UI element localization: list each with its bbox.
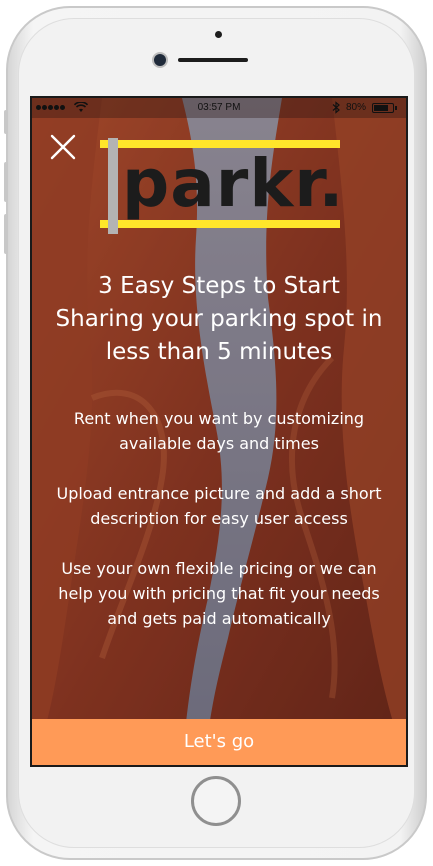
parkr-logo: parkr. (100, 138, 343, 234)
battery-icon (372, 103, 397, 113)
step-text: available days and times (119, 434, 319, 453)
logo-text: parkr. (122, 145, 345, 222)
bluetooth-icon (332, 101, 340, 114)
close-icon[interactable] (46, 130, 80, 164)
headline-line: Sharing your parking spot in (55, 306, 383, 332)
headline-line: 3 Easy Steps to Start (98, 273, 340, 299)
step-text: Rent when you want by customizing (73, 409, 365, 428)
status-bar: 03:57 PM 80% (32, 98, 406, 118)
step-text: Use your own flexible pricing or we can (61, 559, 377, 578)
battery-percentage: 80% (346, 102, 367, 113)
proximity-sensor (215, 31, 222, 38)
earpiece-speaker (178, 58, 248, 62)
front-camera (154, 54, 166, 66)
headline-line: less than 5 minutes (105, 339, 333, 365)
mute-switch (4, 110, 8, 134)
step-text: and gets paid automatically (107, 609, 331, 628)
lets-go-button[interactable]: Let's go (32, 719, 406, 765)
logo-cursor-bar (108, 138, 118, 234)
volume-down-button (4, 214, 8, 254)
step-text: help you with pricing that fit your need… (58, 584, 380, 603)
steps-list: Rent when you want by customizing availa… (48, 406, 390, 656)
step-text: description for easy user access (90, 509, 348, 528)
volume-up-button (4, 162, 8, 202)
step-item: Use your own flexible pricing or we can … (48, 556, 390, 631)
step-text: Upload entrance picture and add a short (56, 484, 382, 503)
onboarding-headline: 3 Easy Steps to Start Sharing your parki… (32, 270, 406, 369)
app-screen: 03:57 PM 80% parkr. 3 Easy Steps to Star… (30, 96, 408, 767)
step-item: Rent when you want by customizing availa… (48, 406, 390, 456)
home-button[interactable] (191, 776, 241, 826)
step-item: Upload entrance picture and add a short … (48, 481, 390, 531)
